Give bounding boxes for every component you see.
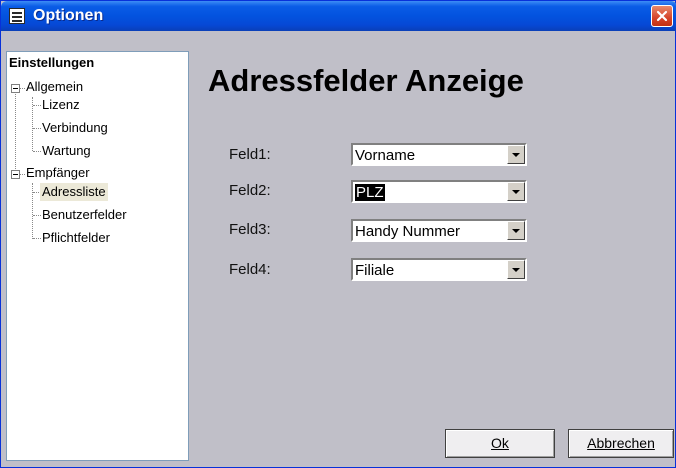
feld1-value: Vorname: [355, 147, 416, 164]
feld4-combobox[interactable]: Filiale: [351, 258, 527, 281]
tree-connector-line: [33, 105, 41, 106]
tree-item-adressliste[interactable]: Adressliste: [40, 183, 108, 201]
tree-connector-line: [33, 215, 41, 216]
feld3-combobox[interactable]: Handy Nummer: [351, 219, 527, 242]
feld2-label: Feld2:: [229, 182, 271, 199]
tree-item-lizenz[interactable]: Lizenz: [42, 96, 80, 114]
page-title: Adressfelder Anzeige: [208, 63, 524, 98]
form-window-icon: [9, 8, 25, 24]
title-bar[interactable]: Optionen: [1, 1, 676, 31]
window-title: Optionen: [33, 7, 104, 24]
tree-item-pflichtfelder[interactable]: Pflichtfelder: [42, 229, 110, 247]
close-icon: [656, 10, 668, 22]
feld3-value: Handy Nummer: [355, 223, 461, 240]
ok-button-label: Ok: [491, 435, 509, 451]
tree-item-verbindung[interactable]: Verbindung: [42, 119, 108, 137]
tree-connector-line: [33, 151, 41, 152]
cancel-button[interactable]: Abbrechen: [568, 429, 674, 458]
tree-connector-line: [15, 89, 16, 175]
options-window: Optionen Einstellungen Allgemein Lizenz …: [0, 0, 676, 468]
tree-connector-line: [20, 88, 25, 89]
tree-item-wartung[interactable]: Wartung: [42, 142, 91, 160]
feld4-value: Filiale: [355, 262, 395, 279]
tree-connector-line: [33, 238, 41, 239]
feld1-combobox[interactable]: Vorname: [351, 143, 527, 166]
feld4-label: Feld4:: [229, 261, 271, 278]
tree-root-einstellungen[interactable]: Einstellungen: [9, 54, 94, 72]
dropdown-arrow-icon[interactable]: [507, 221, 525, 240]
feld3-label: Feld3:: [229, 221, 271, 238]
tree-item-empfaenger[interactable]: Empfänger: [26, 164, 90, 182]
dropdown-arrow-icon[interactable]: [507, 145, 525, 164]
feld2-value: PLZ: [355, 184, 385, 201]
tree-item-allgemein[interactable]: Allgemein: [26, 78, 83, 96]
feld2-combobox[interactable]: PLZ: [351, 180, 527, 203]
dropdown-arrow-icon[interactable]: [507, 182, 525, 201]
settings-tree[interactable]: Einstellungen Allgemein Lizenz Verbindun…: [6, 51, 189, 461]
ok-button[interactable]: Ok: [445, 429, 555, 458]
collapse-icon[interactable]: [11, 170, 20, 179]
collapse-icon[interactable]: [11, 84, 20, 93]
tree-connector-line: [33, 128, 41, 129]
dropdown-arrow-icon[interactable]: [507, 260, 525, 279]
tree-connector-line: [20, 174, 25, 175]
cancel-button-label: Abbrechen: [587, 435, 655, 451]
tree-item-benutzerfelder[interactable]: Benutzerfelder: [42, 206, 127, 224]
feld1-label: Feld1:: [229, 146, 271, 163]
close-button[interactable]: [651, 5, 673, 27]
